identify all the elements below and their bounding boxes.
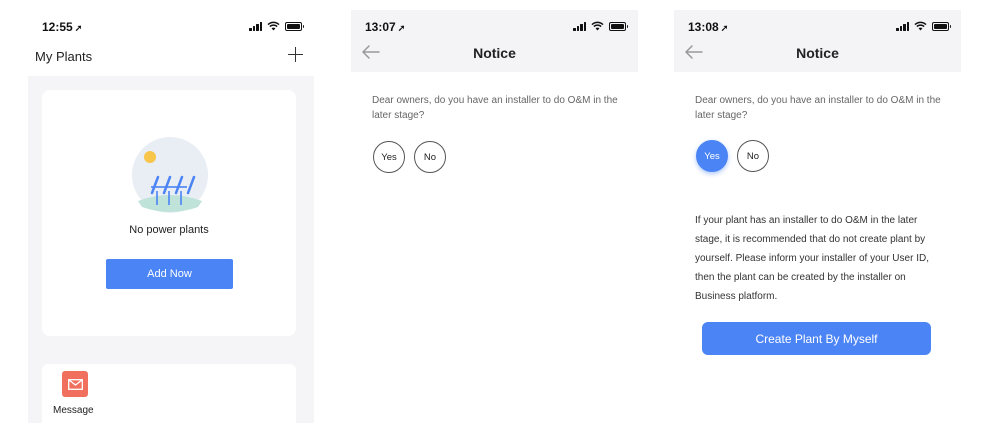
wifi-icon: [914, 21, 927, 31]
location-arrow-icon: ➚: [74, 23, 83, 33]
status-time: 13:07: [365, 20, 396, 34]
status-time: 13:08: [688, 20, 719, 34]
battery-icon: [609, 21, 628, 31]
yes-option[interactable]: Yes: [373, 141, 405, 173]
no-option[interactable]: No: [414, 141, 446, 173]
signal-icon: [573, 21, 586, 31]
empty-plants-card: No power plants Add Now: [42, 90, 296, 336]
status-time: 12:55: [42, 20, 73, 34]
message-card[interactable]: Message: [42, 364, 296, 423]
battery-icon: [285, 21, 304, 31]
create-plant-button[interactable]: Create Plant By Myself: [702, 322, 931, 355]
page-title: Notice: [796, 45, 839, 61]
message-label: Message: [53, 405, 94, 416]
location-arrow-icon: ➚: [397, 23, 406, 33]
signal-icon: [896, 21, 909, 31]
wifi-icon: [591, 21, 604, 31]
status-bar: 12:55 ➚: [28, 10, 314, 38]
status-bar: 13:07 ➚: [351, 10, 638, 38]
signal-icon: [249, 21, 262, 31]
my-plants-screen: 12:55 ➚ My Plants No power plants Add No…: [28, 10, 314, 423]
installer-question: Dear owners, do you have an installer to…: [372, 95, 618, 121]
installer-question: Dear owners, do you have an installer to…: [695, 95, 941, 121]
page-title: Notice: [473, 45, 516, 61]
empty-state-text: No power plants: [129, 224, 209, 236]
envelope-icon: [62, 371, 88, 397]
notice-screen-yes: 13:08 ➚ Notice Dear owners, do you have a…: [674, 10, 961, 423]
battery-icon: [932, 21, 951, 31]
plus-icon[interactable]: [286, 42, 306, 68]
solar-plant-illustration: [132, 137, 208, 213]
wifi-icon: [267, 21, 280, 31]
no-option[interactable]: No: [737, 140, 769, 172]
notice-header: 13:08 ➚ Notice: [674, 10, 961, 72]
status-bar: 13:08 ➚: [674, 10, 961, 38]
page-header: My Plants: [28, 38, 314, 76]
installer-advice-text: If your plant has an installer to do O&M…: [695, 215, 929, 302]
location-arrow-icon: ➚: [720, 23, 729, 33]
notice-screen-initial: 13:07 ➚ Notice Dear owners, do you have a…: [351, 10, 638, 423]
yes-option[interactable]: Yes: [696, 140, 728, 172]
notice-header: 13:07 ➚ Notice: [351, 10, 638, 72]
page-title: My Plants: [35, 49, 93, 64]
add-now-button[interactable]: Add Now: [106, 259, 233, 289]
